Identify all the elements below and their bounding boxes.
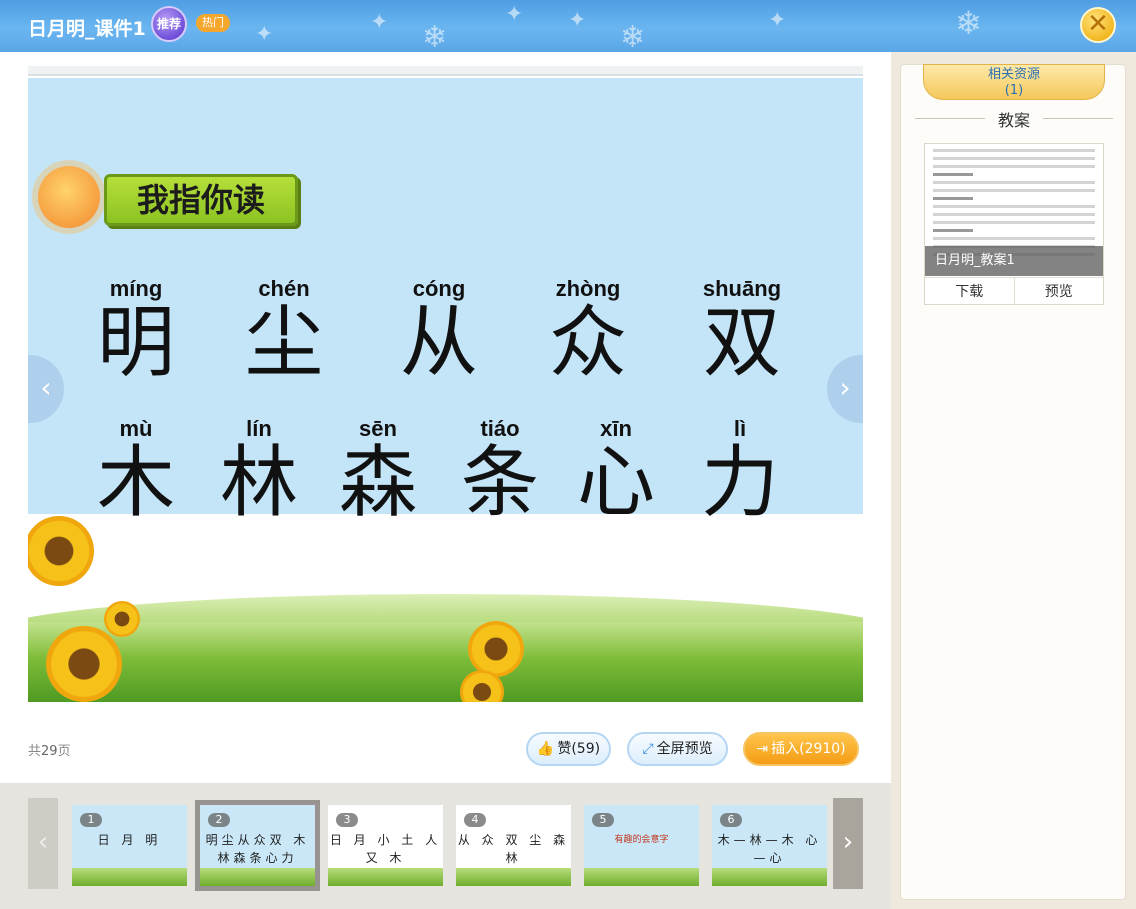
snowflake-decoration: ✦ xyxy=(370,10,389,35)
chevron-right-icon: › xyxy=(842,827,854,857)
recommend-badge: 推荐 xyxy=(151,6,187,42)
pinyin-char: mù 木 xyxy=(96,416,175,528)
thumbnail-slide[interactable]: 5 有趣的会意字 xyxy=(584,805,699,886)
snowflake-decoration: ❄ xyxy=(422,20,448,52)
slide-banner: 我指你读 xyxy=(104,174,298,226)
thumbnail-slide-active[interactable]: 2 明尘从众双 木林森条心力 xyxy=(195,800,320,891)
fullscreen-preview-button[interactable]: ⤢ 全屏预览 xyxy=(627,732,728,766)
thumbnail-strip: ‹ 1 日 月 明 2 明尘从众双 木林森条心力 3 日 月 小 土 人 又 木… xyxy=(0,783,891,909)
pinyin-char: tiáo 条 xyxy=(460,416,539,528)
pinyin-char: xīn 心 xyxy=(576,416,655,528)
snowflake-decoration: ✦ xyxy=(568,8,587,33)
snowflake-decoration: ✦ xyxy=(768,8,787,33)
title-bar: ✦ ✦ ❄ ✦ ✦ ❄ ✦ ❄ 日月明_课件1 推荐 热门 ✕ xyxy=(0,0,1136,52)
chevron-left-icon: ‹ xyxy=(40,371,52,404)
like-button[interactable]: 👍 赞(59) xyxy=(526,732,611,766)
related-resources-panel: 相关资源 (1) 教案 日月明_教案1 下载 预览 xyxy=(891,52,1136,909)
lesson-plan-heading: 教案 xyxy=(901,107,1127,131)
thumbnail-slide[interactable]: 4 从 众 双 尘 森 林 xyxy=(456,805,571,886)
hot-badge: 热门 xyxy=(196,14,230,32)
sunflower-icon xyxy=(468,621,524,677)
pinyin-char: zhòng 众 xyxy=(548,276,627,388)
pinyin-char: míng 明 xyxy=(96,276,175,388)
window-title: 日月明_课件1 xyxy=(28,18,146,40)
preview-panel: 我指你读 míng 明 chén 尘 cóng 从 zhòng 众 shuāng 双 mù… xyxy=(0,52,891,783)
sun-icon xyxy=(38,166,100,228)
thumbnail-slide[interactable]: 6 木—林—木 心—心 xyxy=(712,805,827,886)
close-button[interactable]: ✕ xyxy=(1080,7,1116,43)
document-title: 日月明_教案1 xyxy=(925,246,1103,276)
thumbnail-slide[interactable]: 1 日 月 明 xyxy=(72,805,187,886)
lesson-plan-card[interactable]: 日月明_教案1 下载 预览 xyxy=(924,143,1104,305)
thumbnail-next-button[interactable]: › xyxy=(833,798,863,889)
page-count: 共29页 xyxy=(28,744,71,759)
pinyin-char: lì 力 xyxy=(700,416,779,528)
preview-button[interactable]: 预览 xyxy=(1013,278,1104,305)
pinyin-char: cóng 从 xyxy=(399,276,478,388)
pinyin-char: shuāng 双 xyxy=(702,276,782,388)
slide-top-bar xyxy=(28,66,863,76)
grass-decoration xyxy=(28,622,863,702)
expand-icon: ⤢ xyxy=(642,741,654,757)
sunflower-icon xyxy=(46,626,122,702)
close-icon: ✕ xyxy=(1087,9,1109,39)
slide-preview: 我指你读 míng 明 chén 尘 cóng 从 zhòng 众 shuāng 双 mù… xyxy=(28,66,863,702)
insert-button[interactable]: ⇥ 插入(2910) xyxy=(743,732,859,766)
insert-icon: ⇥ xyxy=(756,741,769,757)
snowflake-decoration: ❄ xyxy=(620,20,646,52)
download-button[interactable]: 下载 xyxy=(925,278,1014,305)
pinyin-char: lín 林 xyxy=(219,416,298,528)
pinyin-char: sēn 森 xyxy=(338,416,417,528)
sunflower-icon xyxy=(104,601,140,637)
snowflake-decoration: ✦ xyxy=(255,22,274,47)
chevron-left-icon: ‹ xyxy=(37,827,49,857)
thumbnail-prev-button[interactable]: ‹ xyxy=(28,798,58,889)
pinyin-char: chén 尘 xyxy=(244,276,323,388)
thumbs-up-icon: 👍 xyxy=(536,741,555,757)
snowflake-decoration: ❄ xyxy=(955,4,982,42)
sunflower-icon xyxy=(28,516,94,586)
chevron-right-icon: › xyxy=(839,371,851,404)
snowflake-decoration: ✦ xyxy=(505,2,524,27)
thumbnail-slide[interactable]: 3 日 月 小 土 人 又 木 xyxy=(328,805,443,886)
related-resources-ribbon: 相关资源 (1) xyxy=(923,64,1105,100)
